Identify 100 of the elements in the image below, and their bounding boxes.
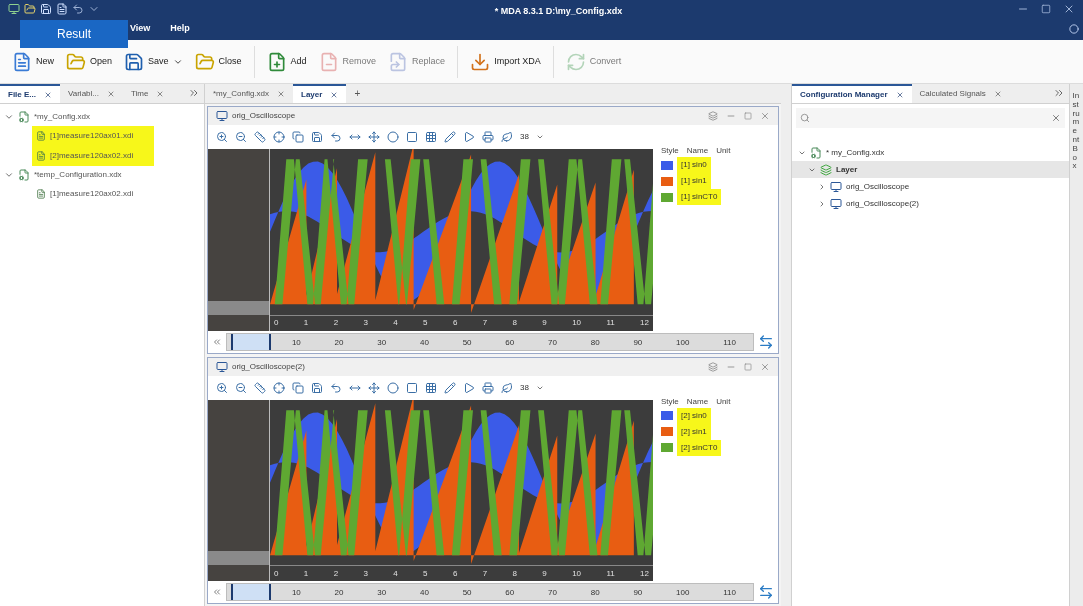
zoom-in-icon[interactable] <box>216 131 228 143</box>
tree-item[interactable]: orig_Oscilloscope(2) <box>792 195 1069 212</box>
folder-icon <box>194 51 215 72</box>
overflow-icon[interactable] <box>1053 87 1065 99</box>
close-icon <box>44 90 52 99</box>
time-ruler[interactable]: 10 20 30 40 50 60 70 80 90 100 110 <box>226 583 754 601</box>
signal-name[interactable]: [1] sinCT0 <box>677 189 722 205</box>
undo-icon[interactable] <box>72 3 84 15</box>
ruler-label: 10 <box>291 587 301 599</box>
square-icon[interactable] <box>406 131 418 143</box>
copy-icon[interactable] <box>292 381 304 394</box>
crosshair-icon[interactable] <box>273 381 285 394</box>
tree-item[interactable]: Layer <box>792 161 1069 178</box>
signal-name[interactable]: [2] sinCT0 <box>677 439 722 456</box>
pencil-icon[interactable] <box>444 381 456 394</box>
x-axis-label: 0 <box>274 567 279 580</box>
ruler-selection[interactable] <box>231 333 271 350</box>
play-icon[interactable] <box>463 131 475 143</box>
zoom-out-icon[interactable] <box>235 381 247 394</box>
ruler-label: 80 <box>590 587 600 599</box>
x-axis-label: 4 <box>393 317 398 329</box>
zoom-in-icon[interactable] <box>216 381 228 394</box>
zoom-value[interactable]: 38 <box>520 381 529 394</box>
toolbar-button[interactable]: New <box>12 45 54 78</box>
toolbar-button[interactable]: Close <box>194 45 255 78</box>
square-icon[interactable] <box>406 381 418 394</box>
tab[interactable]: File E... <box>0 84 60 103</box>
circle-icon[interactable] <box>387 381 399 394</box>
crosshair-icon[interactable] <box>273 131 285 143</box>
layers-icon <box>820 163 832 176</box>
signal-name[interactable]: [1] sin1 <box>677 173 711 189</box>
printer-icon[interactable] <box>482 381 494 394</box>
zoom-value[interactable]: 38 <box>520 131 529 143</box>
swap-arrows-icon[interactable] <box>758 333 774 350</box>
menu-item[interactable]: View <box>130 22 151 36</box>
tab[interactable]: Configuration Manager <box>792 84 912 103</box>
grid-icon[interactable] <box>425 131 437 143</box>
start-icon[interactable] <box>212 587 222 597</box>
tab[interactable]: Time <box>123 84 173 103</box>
swap-arrows-icon[interactable] <box>758 584 774 600</box>
ruler-selection[interactable] <box>231 584 271 600</box>
play-icon[interactable] <box>463 381 475 394</box>
toolbar-button[interactable]: Open <box>66 45 113 78</box>
x-axis-label: 4 <box>393 567 398 580</box>
tree-item[interactable]: orig_Oscilloscope <box>792 178 1069 195</box>
x-axis-label: 3 <box>363 567 368 580</box>
tab[interactable]: Variabl... <box>60 84 123 103</box>
copy-icon[interactable] <box>292 131 304 143</box>
tree-item[interactable]: [2]measure120ax02.xdi <box>32 146 154 166</box>
document-icon[interactable] <box>56 3 68 15</box>
pencil-icon[interactable] <box>444 131 456 143</box>
close-icon <box>107 89 115 98</box>
ruler-icon[interactable] <box>254 381 266 394</box>
toolbar-button[interactable]: Add <box>266 45 307 78</box>
circle-icon[interactable] <box>387 131 399 143</box>
x-axis-label: 6 <box>452 317 458 329</box>
undo-icon[interactable] <box>330 131 342 143</box>
maximize-icon[interactable] <box>1041 4 1051 14</box>
close-icon[interactable] <box>1063 3 1075 15</box>
result-button[interactable]: Result <box>20 20 128 48</box>
close-icon <box>895 90 904 99</box>
move-icon[interactable] <box>368 131 380 143</box>
time-ruler[interactable]: 10 20 30 40 50 60 70 80 90 100 110 <box>226 332 754 351</box>
printer-icon[interactable] <box>482 131 494 143</box>
convert-icon <box>565 51 586 72</box>
signal-name[interactable]: [2] sin0 <box>677 407 711 424</box>
tree-item[interactable]: * my_Config.xdx <box>792 144 1069 161</box>
signal-name[interactable]: [1] sin0 <box>677 157 711 173</box>
app-icon[interactable] <box>8 3 20 15</box>
zoom-out-icon[interactable] <box>235 131 247 143</box>
grid-icon[interactable] <box>425 381 437 394</box>
tree-item[interactable]: [1]measure120ax01.xdi <box>32 126 154 146</box>
move-icon[interactable] <box>368 381 380 394</box>
side-strip-label[interactable]: Instrument Box <box>1072 92 1081 606</box>
x-axis-label: 7 <box>482 567 488 580</box>
tab[interactable]: Layer <box>293 84 347 103</box>
ruler-label: 70 <box>548 587 557 599</box>
legend-header: Style <box>661 145 679 157</box>
folder-icon[interactable] <box>24 3 36 15</box>
ruler-label: 50 <box>462 587 472 599</box>
start-icon[interactable] <box>212 336 222 347</box>
toolbar-button[interactable]: Save <box>124 45 183 78</box>
leaf-icon[interactable] <box>501 131 513 143</box>
x-axis-label: 12 <box>640 317 649 329</box>
oscilloscope-icon <box>216 110 228 122</box>
undo-icon[interactable] <box>330 381 342 394</box>
overflow-icon[interactable] <box>188 87 200 99</box>
ruler-icon[interactable] <box>254 131 266 143</box>
leaf-icon[interactable] <box>501 381 513 394</box>
tree-item[interactable]: [1]measure120ax02.xdi <box>32 184 154 204</box>
ruler-label: 30 <box>377 587 387 599</box>
tab[interactable]: *my_Config.xdx <box>205 84 294 103</box>
tree-item[interactable]: *my_Config.xdx <box>0 108 204 126</box>
toolbar-button[interactable]: Import XDA <box>470 45 554 78</box>
caret-icon[interactable] <box>535 133 544 141</box>
add-tab-button[interactable]: + <box>346 86 369 101</box>
search-field[interactable] <box>796 108 1065 128</box>
tab[interactable]: Calculated Signals <box>911 84 1010 103</box>
menu-item[interactable]: Help <box>170 22 190 36</box>
tree-item[interactable]: *temp_Configuration.xdx <box>0 166 204 184</box>
